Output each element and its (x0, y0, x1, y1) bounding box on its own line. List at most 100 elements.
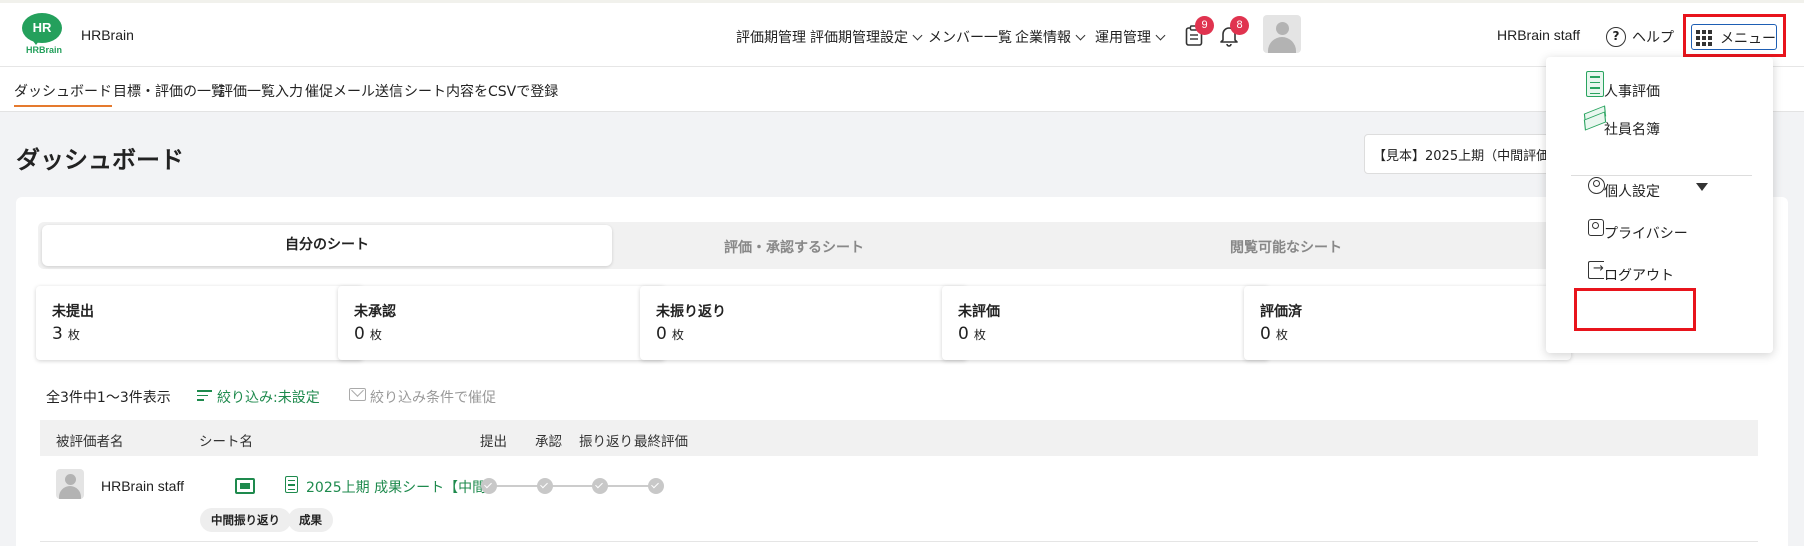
avatar-body (1268, 37, 1296, 53)
chevron-down-icon (1075, 30, 1086, 41)
menu-item-label: 個人設定 (1604, 184, 1660, 200)
stat-title: 未承認 (354, 304, 396, 320)
mail-icon (349, 388, 366, 401)
menu-highlight-box (1683, 14, 1786, 57)
stat-value: 0 (1260, 324, 1271, 344)
sheet-tabs: 自分のシート 評価・承認するシート 閲覧可能なシート (38, 222, 1762, 269)
filter-icon (197, 390, 212, 404)
stat-card-evaluated[interactable]: 評価済 0枚 (1244, 286, 1571, 360)
nav-company-info[interactable]: 企業情報 (1015, 27, 1086, 47)
menu-item-employee-directory[interactable]: 社員名簿 (1546, 105, 1773, 143)
progress-final-check-icon (648, 478, 664, 494)
avatar-body (59, 486, 81, 499)
menu-item-privacy[interactable]: プライバシー (1546, 217, 1773, 247)
stat-card-unevaluated[interactable]: 未評価 0枚 (942, 286, 1269, 360)
nav-evaluation-period[interactable]: 評価期管理 (736, 27, 806, 47)
logout-highlight-box (1574, 288, 1696, 331)
result-summary: 全3件中1〜3件表示 (46, 390, 171, 406)
clipboard-icon (1586, 71, 1604, 97)
page-title: ダッシュボード (16, 146, 184, 174)
stat-card-unsubmitted[interactable]: 未提出 3枚 (36, 286, 363, 360)
filter-label: 絞り込み:未設定 (217, 390, 320, 406)
subnav-bulk-input[interactable]: 評価一覧入力 (219, 81, 303, 101)
stat-count: 0枚 (958, 324, 986, 344)
table-header: 被評価者名 シート名 提出 承認 振り返り 最終評価 (40, 420, 1758, 456)
logo-subtext: HRBrain (25, 45, 62, 55)
document-icon (285, 476, 298, 493)
evaluatee-name: HRBrain staff (101, 478, 184, 494)
logout-icon (1588, 261, 1604, 279)
tab-my-sheets[interactable]: 自分のシート (42, 225, 612, 266)
logo-tail (30, 37, 42, 45)
table-row[interactable]: HRBrain staff 2025上期 成果シート【中間振り返 中間振り返り … (40, 456, 1758, 542)
stat-title: 未評価 (958, 304, 1000, 320)
column-header: シート名 (199, 434, 253, 450)
hrbrain-logo[interactable]: HR HRBrain (22, 13, 66, 57)
avatar-head (1275, 22, 1289, 35)
chevron-down-icon (1155, 30, 1166, 41)
stat-count: 0枚 (656, 324, 684, 344)
filter-button[interactable]: 絞り込み:未設定 (197, 387, 320, 407)
stat-card-unreflected[interactable]: 未振り返り 0枚 (640, 286, 967, 360)
menu-item-personal-settings[interactable]: 個人設定 (1546, 175, 1773, 205)
nav-label: 企業情報 (1015, 30, 1071, 46)
tab-review-sheets[interactable]: 評価・承認するシート (724, 237, 864, 257)
remind-label: 絞り込み条件で催促 (370, 390, 496, 406)
menu-item-label: ログアウト (1604, 268, 1674, 284)
privacy-icon (1588, 219, 1604, 236)
app-header: HR HRBrain HRBrain 評価期管理 評価期管理設定 メンバー一覧 … (0, 3, 1804, 67)
stat-title: 未振り返り (656, 304, 726, 320)
menu-item-logout[interactable]: ログアウト (1546, 259, 1773, 289)
help-link[interactable]: ヘルプ (1632, 27, 1674, 47)
column-header: 提出 (480, 434, 507, 450)
progress-submit-check-icon (481, 478, 497, 494)
nav-label: メンバー一覧 (928, 30, 1012, 46)
tab-viewable-sheets[interactable]: 閲覧可能なシート (1230, 237, 1342, 257)
stat-card-unapproved[interactable]: 未承認 0枚 (338, 286, 665, 360)
sheet-link[interactable]: 2025上期 成果シート【中間振り返 (306, 477, 488, 497)
sheet-status-icon (235, 478, 255, 494)
nav-members[interactable]: メンバー一覧 (928, 27, 1012, 47)
notification-button[interactable]: 8 (1219, 16, 1249, 49)
user-name[interactable]: HRBrain staff (1497, 27, 1580, 43)
menu-item-hr-evaluation[interactable]: 人事評価 (1546, 71, 1773, 105)
caret-down-icon[interactable] (1696, 183, 1708, 191)
stat-value: 3 (52, 324, 63, 344)
remind-filtered-button[interactable]: 絞り込み条件で催促 (349, 387, 496, 407)
menu-item-label: 人事評価 (1604, 84, 1660, 100)
chevron-down-icon (912, 30, 923, 41)
progress-track (489, 485, 657, 487)
nav-label: 評価期管理 (736, 30, 806, 46)
stat-value: 0 (958, 324, 969, 344)
subnav-dashboard[interactable]: ダッシュボード (14, 81, 112, 107)
stat-count: 3枚 (52, 324, 80, 344)
nav-label: 評価期管理設定 (810, 30, 908, 46)
subnav-goals-list[interactable]: 目標・評価の一覧 (113, 81, 225, 101)
menu-item-label: 社員名簿 (1604, 122, 1660, 138)
sheet-tag: 成果 (288, 508, 333, 532)
brand-name: HRBrain (81, 27, 134, 43)
column-header: 被評価者名 (56, 434, 124, 450)
help-icon[interactable]: ? (1606, 27, 1626, 47)
stat-count: 0枚 (354, 324, 382, 344)
column-header: 振り返り (579, 434, 633, 450)
stat-unit: 枚 (67, 328, 80, 342)
progress-approve-check-icon (537, 478, 553, 494)
stat-title: 未提出 (52, 304, 94, 320)
column-header: 承認 (535, 434, 562, 450)
column-header: 最終評価 (634, 434, 688, 450)
nav-evaluation-settings[interactable]: 評価期管理設定 (810, 27, 923, 47)
user-avatar[interactable] (1263, 15, 1301, 53)
subnav-csv-import[interactable]: シート内容をCSVで登録 (404, 81, 558, 101)
stat-value: 0 (656, 324, 667, 344)
stat-unit: 枚 (369, 328, 382, 342)
nav-label: 運用管理 (1095, 30, 1151, 46)
avatar-head (64, 474, 76, 485)
stat-unit: 枚 (1275, 328, 1288, 342)
stat-count: 0枚 (1260, 324, 1288, 344)
task-button[interactable]: 9 (1184, 16, 1214, 49)
subnav-reminder-mail[interactable]: 催促メール送信 (305, 81, 403, 101)
user-circle-icon (1588, 177, 1605, 194)
row-avatar (56, 469, 84, 499)
nav-operations[interactable]: 運用管理 (1095, 27, 1166, 47)
